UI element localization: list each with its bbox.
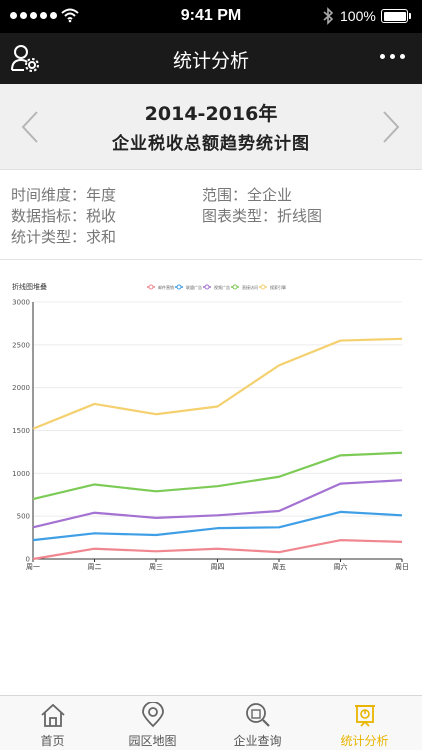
x-tick-label: 周五 (272, 563, 286, 571)
x-tick-label: 周六 (334, 562, 348, 571)
status-bar: 9:41 PM 100% (0, 0, 422, 33)
tab-company-search[interactable]: 企业查询 (205, 696, 310, 750)
legend-label: 视频广告 (214, 284, 230, 290)
x-tick-label: 周一 (26, 563, 40, 571)
filter-info: 时间维度：年度 范围：全企业 数据指标：税收 图表类型：折线图 统计类型：求和 (0, 170, 422, 260)
legend-label: 邮件营销 (158, 284, 174, 290)
more-options-icon[interactable] (380, 54, 405, 59)
tab-label: 园区地图 (128, 734, 177, 748)
tab-label: 统计分析 (340, 734, 389, 748)
y-tick-label: 3000 (12, 299, 30, 307)
home-icon (41, 703, 65, 727)
line-chart: 折线图堆叠 邮件营销 联盟广告 视频广告 直接访问 搜索引擎 0 500 1000 1500 200… (0, 275, 422, 585)
y-tick-label: 500 (17, 513, 30, 521)
legend-label: 直接访问 (242, 284, 258, 290)
chart-inner-title: 折线图堆叠 (12, 282, 47, 291)
series-line (32, 451, 403, 501)
chart-svg: 折线图堆叠 邮件营销 联盟广告 视频广告 直接访问 搜索引擎050010001500200… (12, 282, 409, 571)
y-tick-label: 2000 (12, 384, 30, 392)
chart-type: 图表类型：折线图 (202, 207, 323, 225)
time-dimension: 时间维度：年度 (11, 186, 117, 204)
search-building-icon (246, 703, 270, 727)
chart-title: 企业税收总额趋势统计图 (112, 134, 310, 154)
date-range-title: 2014-2016年 (144, 103, 278, 125)
legend-marker (148, 284, 154, 290)
battery-percentage: 100% (340, 8, 376, 24)
statistics-icon (355, 705, 375, 727)
battery-icon (381, 9, 408, 23)
legend-marker (232, 284, 238, 290)
x-tick-label: 周日 (395, 563, 409, 571)
y-tick-label: 1000 (12, 470, 30, 478)
legend-marker (176, 284, 182, 290)
tab-label: 企业查询 (233, 734, 282, 748)
y-tick-label: 2500 (12, 341, 30, 349)
y-tick-label: 1500 (12, 427, 30, 435)
map-pin-icon (142, 702, 164, 728)
tab-park-map[interactable]: 园区地图 (100, 696, 205, 750)
series-line (32, 337, 403, 430)
x-tick-label: 周三 (149, 563, 163, 571)
legend-label: 搜索引擎 (270, 284, 286, 290)
x-tick-label: 周二 (88, 563, 102, 571)
x-tick-label: 周四 (211, 563, 225, 571)
tab-label: 首页 (40, 734, 65, 748)
page-title: 统计分析 (172, 50, 249, 72)
stat-type: 统计类型：求和 (11, 228, 117, 246)
data-indicator: 数据指标：税收 (11, 207, 117, 225)
tab-bar: 首页 园区地图 企业查询 统计分析 (0, 695, 422, 750)
next-chevron-icon[interactable] (381, 110, 401, 144)
tab-statistics[interactable]: 统计分析 (312, 696, 417, 750)
navigation-bar: 统计分析 (0, 33, 422, 84)
legend-marker (204, 284, 210, 290)
legend-label: 联盟广告 (186, 284, 202, 290)
scope: 范围：全企业 (202, 186, 293, 204)
legend-marker (260, 284, 266, 290)
bluetooth-icon (323, 7, 334, 25)
tab-home[interactable]: 首页 (0, 696, 105, 750)
series-line (32, 539, 403, 561)
chart-header: 2014-2016年 企业税收总额趋势统计图 (0, 84, 422, 170)
